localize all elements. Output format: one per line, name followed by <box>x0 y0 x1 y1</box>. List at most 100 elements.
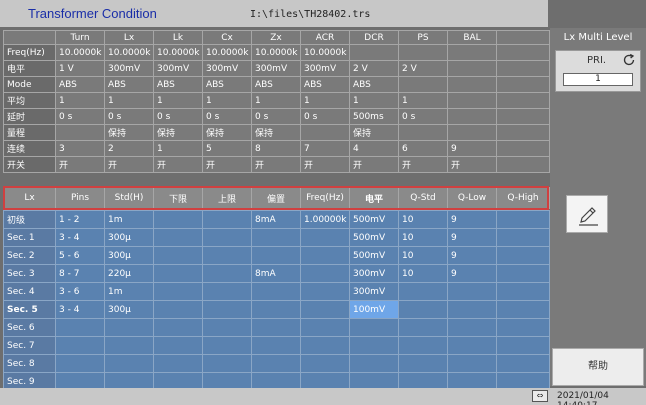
winding-cell[interactable] <box>104 354 154 373</box>
winding-cell[interactable]: 220μ <box>104 264 154 283</box>
winding-cell[interactable] <box>300 354 350 373</box>
lx-column-header[interactable]: 偏置 <box>251 187 301 209</box>
winding-cell[interactable]: 8 - 7 <box>55 264 105 283</box>
setting-cell[interactable] <box>447 108 497 125</box>
winding-cell[interactable] <box>55 354 105 373</box>
setting-cell[interactable]: 0 s <box>202 108 252 125</box>
winding-cell[interactable]: 300mV <box>349 264 399 283</box>
setting-cell[interactable]: ABS <box>202 76 252 93</box>
setting-cell[interactable]: 1 <box>398 92 448 109</box>
setting-cell[interactable]: 300mV <box>202 60 252 77</box>
winding-cell[interactable]: 300μ <box>104 300 154 319</box>
winding-cell[interactable] <box>300 228 350 247</box>
column-header[interactable]: Lk <box>153 30 203 45</box>
winding-cell[interactable] <box>251 336 301 355</box>
column-header[interactable]: PS <box>398 30 448 45</box>
winding-cell[interactable] <box>349 318 399 337</box>
setting-cell[interactable]: 0 s <box>251 108 301 125</box>
setting-cell[interactable]: 保持 <box>153 124 203 141</box>
setting-cell[interactable] <box>496 44 550 61</box>
winding-cell[interactable]: 9 <box>447 246 497 265</box>
setting-cell[interactable]: 10.0000k <box>104 44 154 61</box>
setting-cell[interactable]: 保持 <box>104 124 154 141</box>
setting-cell[interactable]: 保持 <box>251 124 301 141</box>
setting-cell[interactable]: 7 <box>300 140 350 157</box>
setting-cell[interactable]: 4 <box>349 140 399 157</box>
setting-cell[interactable]: 保持 <box>349 124 399 141</box>
winding-cell[interactable] <box>496 300 550 319</box>
setting-cell[interactable]: 开 <box>349 156 399 173</box>
winding-cell[interactable] <box>447 282 497 301</box>
winding-cell[interactable] <box>496 336 550 355</box>
setting-cell[interactable] <box>496 124 550 141</box>
setting-cell[interactable]: 8 <box>251 140 301 157</box>
winding-cell[interactable] <box>153 246 203 265</box>
setting-cell[interactable]: 0 s <box>153 108 203 125</box>
setting-cell[interactable] <box>55 124 105 141</box>
setting-cell[interactable]: 开 <box>251 156 301 173</box>
winding-cell[interactable]: 500mV <box>349 246 399 265</box>
lx-column-header[interactable]: Lx <box>3 187 56 209</box>
setting-cell[interactable]: 1 <box>251 92 301 109</box>
setting-cell[interactable]: 6 <box>398 140 448 157</box>
winding-cell[interactable]: 3 - 4 <box>55 300 105 319</box>
winding-cell[interactable]: 3 - 4 <box>55 228 105 247</box>
setting-cell[interactable]: ABS <box>300 76 350 93</box>
setting-cell[interactable] <box>447 92 497 109</box>
column-header[interactable]: ACR <box>300 30 350 45</box>
winding-cell[interactable] <box>202 210 252 229</box>
column-header[interactable]: Lx <box>104 30 154 45</box>
setting-cell[interactable]: 1 <box>349 92 399 109</box>
setting-cell[interactable]: 9 <box>447 140 497 157</box>
setting-cell[interactable] <box>496 60 550 77</box>
winding-cell[interactable]: 9 <box>447 264 497 283</box>
column-header[interactable]: DCR <box>349 30 399 45</box>
help-button[interactable]: 帮助 <box>552 348 644 386</box>
setting-cell[interactable]: 1 V <box>55 60 105 77</box>
setting-cell[interactable] <box>447 44 497 61</box>
winding-cell[interactable] <box>104 318 154 337</box>
winding-cell[interactable] <box>251 246 301 265</box>
winding-cell[interactable] <box>300 336 350 355</box>
setting-cell[interactable] <box>398 124 448 141</box>
setting-cell[interactable]: 开 <box>153 156 203 173</box>
column-header[interactable] <box>3 30 56 45</box>
winding-cell[interactable] <box>349 336 399 355</box>
setting-cell[interactable] <box>496 108 550 125</box>
lx-column-header[interactable]: Pins <box>55 187 105 209</box>
setting-cell[interactable]: 10.0000k <box>153 44 203 61</box>
lx-column-header[interactable]: Freq(Hz) <box>300 187 350 209</box>
winding-cell[interactable] <box>300 282 350 301</box>
setting-cell[interactable]: 0 s <box>398 108 448 125</box>
setting-cell[interactable]: 10.0000k <box>55 44 105 61</box>
winding-cell[interactable] <box>202 318 252 337</box>
winding-cell[interactable]: 10 <box>398 228 448 247</box>
winding-cell[interactable] <box>202 228 252 247</box>
setting-cell[interactable]: 1 <box>202 92 252 109</box>
winding-cell[interactable] <box>55 336 105 355</box>
winding-cell[interactable] <box>398 336 448 355</box>
winding-cell[interactable] <box>398 282 448 301</box>
winding-cell[interactable]: 500mV <box>349 228 399 247</box>
lx-column-header[interactable]: Std(H) <box>104 187 154 209</box>
setting-cell[interactable]: 10.0000k <box>202 44 252 61</box>
setting-cell[interactable] <box>496 76 550 93</box>
winding-cell[interactable]: 10 <box>398 264 448 283</box>
winding-cell[interactable] <box>153 210 203 229</box>
winding-cell[interactable] <box>300 246 350 265</box>
winding-cell[interactable] <box>496 210 550 229</box>
winding-cell[interactable] <box>104 336 154 355</box>
lx-column-header[interactable]: 电平 <box>349 187 399 209</box>
setting-cell[interactable]: 2 <box>104 140 154 157</box>
setting-cell[interactable]: 10.0000k <box>251 44 301 61</box>
setting-cell[interactable]: ABS <box>104 76 154 93</box>
winding-cell[interactable]: 1.00000k <box>300 210 350 229</box>
winding-cell[interactable] <box>153 282 203 301</box>
setting-cell[interactable]: 开 <box>447 156 497 173</box>
winding-cell[interactable]: 5 - 6 <box>55 246 105 265</box>
winding-cell[interactable]: 10 <box>398 210 448 229</box>
winding-cell[interactable] <box>349 354 399 373</box>
winding-cell[interactable]: 1m <box>104 282 154 301</box>
winding-cell[interactable] <box>153 228 203 247</box>
setting-cell[interactable] <box>496 156 550 173</box>
